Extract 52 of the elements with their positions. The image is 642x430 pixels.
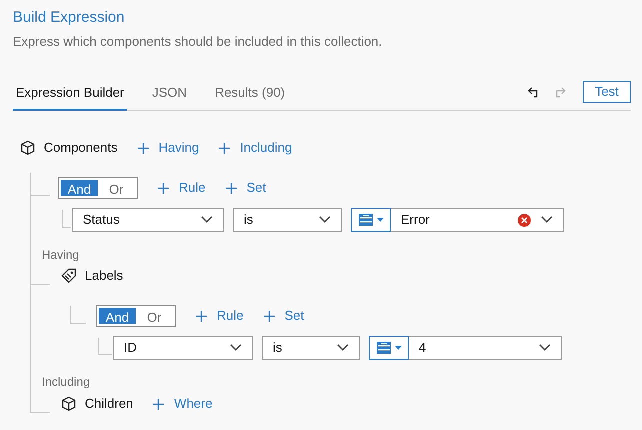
list-icon [358, 213, 374, 227]
operator-toggle-option[interactable]: And [99, 308, 136, 324]
dropdown[interactable]: is [262, 336, 360, 360]
connector-line [98, 338, 112, 355]
value-type-button[interactable] [369, 336, 409, 360]
plus-icon [196, 310, 207, 322]
node-label: Components [44, 139, 118, 158]
chevron-down-icon [201, 216, 213, 224]
connector-line [70, 306, 86, 324]
add-link[interactable]: Set [226, 178, 266, 198]
dropdown[interactable]: ID [113, 336, 253, 360]
connector-line [62, 210, 71, 228]
add-link[interactable]: Including [219, 138, 292, 158]
list-icon [376, 341, 392, 355]
plus-icon [158, 182, 169, 194]
add-link[interactable]: Where [153, 394, 213, 414]
dropdown[interactable]: Status [72, 208, 224, 232]
tab[interactable]: Results (90) [212, 76, 288, 111]
caret-icon [395, 346, 402, 350]
tag-icon [61, 268, 77, 284]
chevron-down-icon [539, 344, 551, 352]
value-field[interactable]: 4 [409, 336, 562, 360]
chevron-down-icon [541, 216, 553, 224]
plus-icon [219, 142, 230, 154]
add-link[interactable]: Rule [196, 306, 244, 326]
plus-icon [138, 142, 149, 154]
plus-icon [264, 310, 275, 322]
section-heading: Having [42, 247, 80, 263]
add-link[interactable]: Rule [158, 178, 206, 198]
chevron-down-icon [230, 344, 242, 352]
page-description: Express which components should be included in this collection. [13, 33, 384, 51]
test-button[interactable]: Test [583, 81, 631, 103]
page-title: Build Expression [13, 8, 126, 28]
section-heading: Including [42, 374, 92, 390]
tab[interactable]: JSON [149, 76, 190, 111]
dropdown[interactable]: is [233, 208, 342, 232]
value-field[interactable]: Error [391, 208, 564, 232]
cube-icon [61, 396, 77, 412]
add-link[interactable]: Set [264, 306, 304, 326]
clear-icon[interactable] [518, 214, 531, 226]
cube-icon [20, 140, 36, 156]
chevron-down-icon [319, 216, 331, 224]
chevron-down-icon [337, 344, 349, 352]
plus-icon [153, 398, 164, 410]
tab[interactable]: Expression Builder [13, 76, 128, 111]
node-label: Children [85, 395, 134, 414]
add-link[interactable]: Having [138, 138, 200, 158]
operator-toggle-option[interactable]: And [61, 180, 98, 196]
plus-icon [226, 182, 237, 194]
value-type-button[interactable] [351, 208, 391, 232]
node-label: Labels [85, 267, 124, 286]
caret-icon [377, 218, 384, 222]
